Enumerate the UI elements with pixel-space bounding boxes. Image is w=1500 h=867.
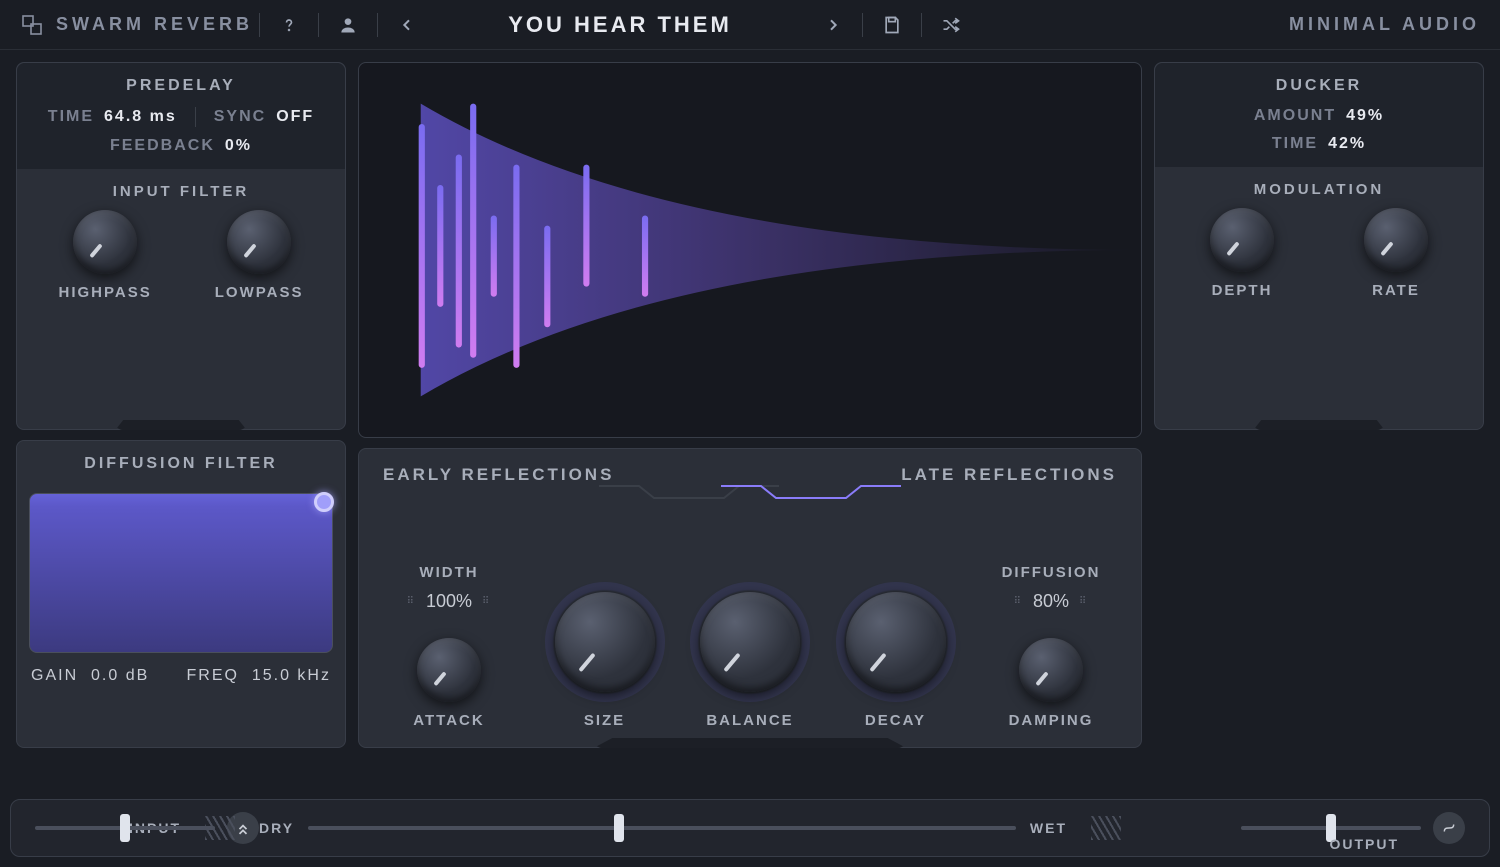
random-preset-button[interactable] <box>932 9 970 41</box>
predelay-sync-value[interactable]: OFF <box>276 108 314 126</box>
damping-label: DAMPING <box>1009 712 1094 729</box>
save-preset-button[interactable] <box>873 9 911 41</box>
grip-dots-icon: ⠿ <box>1014 596 1023 607</box>
predelay-feedback-value[interactable]: 0% <box>225 137 252 155</box>
drywet-slider[interactable] <box>308 826 1016 830</box>
wet-label: WET <box>1030 820 1067 836</box>
predelay-sync-label: SYNC <box>214 108 266 126</box>
depth-label: DEPTH <box>1212 282 1273 299</box>
plugin-logo-icon <box>20 13 44 37</box>
predelay-time-value[interactable]: 64.8 ms <box>104 108 177 126</box>
decay-label: DECAY <box>865 712 926 729</box>
divider-hash-icon <box>1091 816 1121 840</box>
preset-name[interactable]: YOU HEAR THEM <box>430 12 810 38</box>
ducker-time-value[interactable]: 42% <box>1328 135 1366 153</box>
diffusion-filter-handle[interactable] <box>314 492 334 512</box>
predelay-title: PREDELAY <box>35 77 327 95</box>
ducker-time-label: TIME <box>1272 135 1318 153</box>
highpass-label: HIGHPASS <box>59 284 152 301</box>
ducker-amount-value[interactable]: 49% <box>1346 107 1384 125</box>
prev-preset-button[interactable] <box>388 9 426 41</box>
ducker-amount-label: AMOUNT <box>1254 107 1336 125</box>
predelay-time-label: TIME <box>48 108 94 126</box>
brand-label: MINIMAL AUDIO <box>1289 14 1480 35</box>
input-filter-title: INPUT FILTER <box>17 183 345 200</box>
output-slider[interactable] <box>1241 826 1421 830</box>
bottom-bar: INPUT DRY WET OUTPUT <box>10 799 1490 857</box>
lowpass-knob[interactable] <box>227 210 291 274</box>
grip-dots-icon: ⠿ <box>407 596 416 607</box>
ducker-title: DUCKER <box>1173 77 1465 95</box>
size-label: SIZE <box>584 712 625 729</box>
visualizer <box>358 62 1142 438</box>
diff-gain-label: GAIN <box>31 667 78 684</box>
diff-freq-value[interactable]: 15.0 kHz <box>252 667 331 684</box>
rate-knob[interactable] <box>1364 208 1428 272</box>
plugin-name: SWARM REVERB <box>56 14 253 35</box>
damping-knob[interactable] <box>1019 638 1083 702</box>
rate-label: RATE <box>1372 282 1420 299</box>
output-label: OUTPUT <box>1329 836 1399 852</box>
diff-freq-label: FREQ <box>187 667 239 684</box>
diff-gain-value[interactable]: 0.0 dB <box>91 667 149 684</box>
size-knob[interactable] <box>555 592 655 692</box>
top-bar: SWARM REVERB YOU HEAR THEM MINIMAL AUDIO <box>0 0 1500 50</box>
diffusion-value[interactable]: 80% <box>1033 591 1069 612</box>
reflections-panel: EARLY REFLECTIONS LATE REFLECTIONS WIDTH… <box>358 448 1142 748</box>
help-button[interactable] <box>270 9 308 41</box>
early-reflections-title: EARLY REFLECTIONS <box>383 465 614 485</box>
width-value[interactable]: 100% <box>426 591 472 612</box>
depth-knob[interactable] <box>1210 208 1274 272</box>
decay-knob[interactable] <box>846 592 946 692</box>
late-reflections-title: LATE REFLECTIONS <box>901 465 1117 485</box>
dry-label: DRY <box>259 820 294 836</box>
diffusion-label: DIFFUSION <box>1002 564 1101 581</box>
balance-knob[interactable] <box>700 592 800 692</box>
grip-dots-icon: ⠿ <box>482 596 491 607</box>
width-label: WIDTH <box>419 564 478 581</box>
limiter-button[interactable] <box>1433 812 1465 844</box>
diffusion-filter-panel: DIFFUSION FILTER GAIN 0.0 dB FREQ 15.0 k… <box>16 440 346 748</box>
attack-knob[interactable] <box>417 638 481 702</box>
input-slider[interactable] <box>35 826 215 830</box>
diffusion-filter-display[interactable] <box>29 493 333 653</box>
predelay-panel: PREDELAY TIME 64.8 ms SYNC OFF FEEDBACK … <box>16 62 346 430</box>
ducker-panel: DUCKER AMOUNT 49% TIME 42% MODULATION DE… <box>1154 62 1484 430</box>
next-preset-button[interactable] <box>814 9 852 41</box>
grip-dots-icon: ⠿ <box>1079 596 1088 607</box>
attack-label: ATTACK <box>413 712 484 729</box>
predelay-feedback-label: FEEDBACK <box>110 137 215 155</box>
balance-label: BALANCE <box>706 712 793 729</box>
diffusion-filter-title: DIFFUSION FILTER <box>17 455 345 473</box>
account-button[interactable] <box>329 9 367 41</box>
lowpass-label: LOWPASS <box>215 284 304 301</box>
modulation-title: MODULATION <box>1155 181 1483 198</box>
highpass-knob[interactable] <box>73 210 137 274</box>
